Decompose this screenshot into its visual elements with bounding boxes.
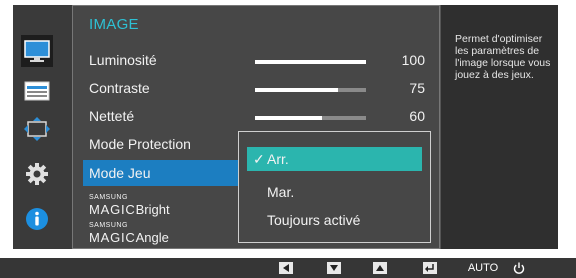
menu-item-magic-angle[interactable]: SAMSUNG MAGICAngle (89, 222, 169, 247)
magic-brand-text: MAGIC (89, 230, 136, 245)
sidebar-item-image[interactable] (21, 35, 53, 67)
option-mar-label: Mar. (267, 184, 295, 200)
magic-brand-text: MAGIC (89, 202, 136, 217)
sidebar-item-position[interactable] (21, 113, 53, 145)
nettete-slider-fill (255, 116, 322, 120)
luminosite-value: 100 (401, 52, 425, 68)
left-button[interactable] (279, 262, 293, 274)
picture-size-icon (24, 81, 50, 101)
position-arrows-icon (24, 117, 50, 141)
nettete-slider[interactable] (255, 116, 366, 120)
option-mar[interactable]: Mar. (247, 180, 422, 204)
luminosite-slider-fill (255, 60, 366, 64)
gear-icon (26, 163, 48, 185)
up-button[interactable] (373, 262, 387, 274)
option-toujours-active-label: Toujours activé (267, 212, 361, 228)
power-button[interactable] (512, 262, 526, 274)
option-toujours-active[interactable]: Toujours activé (247, 208, 422, 232)
menu-item-magic-bright[interactable]: SAMSUNG MAGICBright (89, 194, 170, 219)
down-arrow-icon (330, 265, 338, 271)
up-arrow-icon (376, 265, 384, 271)
menu-item-mode-protection[interactable]: Mode Protection (89, 136, 191, 152)
left-arrow-icon (283, 264, 289, 272)
menu-title: IMAGE (89, 16, 139, 33)
auto-button[interactable]: AUTO (463, 262, 503, 274)
samsung-brand-text: SAMSUNG (89, 194, 128, 201)
magic-angle-suffix: Angle (135, 230, 169, 245)
menu-item-contraste[interactable]: Contraste (89, 80, 150, 96)
contraste-slider[interactable] (255, 88, 366, 92)
power-icon (513, 262, 525, 274)
sidebar-item-picture-size[interactable] (21, 75, 53, 107)
option-arr[interactable]: ✓ Arr. (247, 147, 422, 171)
nettete-value: 60 (409, 108, 425, 124)
contraste-slider-fill (255, 88, 339, 92)
samsung-brand-text: SAMSUNG (89, 222, 128, 229)
magic-bright-suffix: Bright (135, 202, 170, 217)
luminosite-slider[interactable] (255, 60, 366, 64)
option-arr-label: Arr. (267, 151, 289, 167)
help-text: Permet d'optimiser les paramètres de l'i… (455, 33, 551, 81)
checkmark-icon: ✓ (253, 151, 265, 167)
enter-icon (425, 263, 434, 272)
enter-button[interactable] (423, 262, 437, 274)
menu-item-luminosite[interactable]: Luminosité (89, 52, 157, 68)
info-icon (26, 208, 48, 230)
sidebar-item-info[interactable] (21, 203, 53, 235)
menu-item-nettete[interactable]: Netteté (89, 108, 134, 124)
sidebar-item-settings[interactable] (21, 158, 53, 190)
menu-item-mode-jeu[interactable]: Mode Jeu (89, 165, 150, 181)
down-button[interactable] (327, 262, 341, 274)
monitor-icon (24, 40, 50, 62)
contraste-value: 75 (409, 80, 425, 96)
